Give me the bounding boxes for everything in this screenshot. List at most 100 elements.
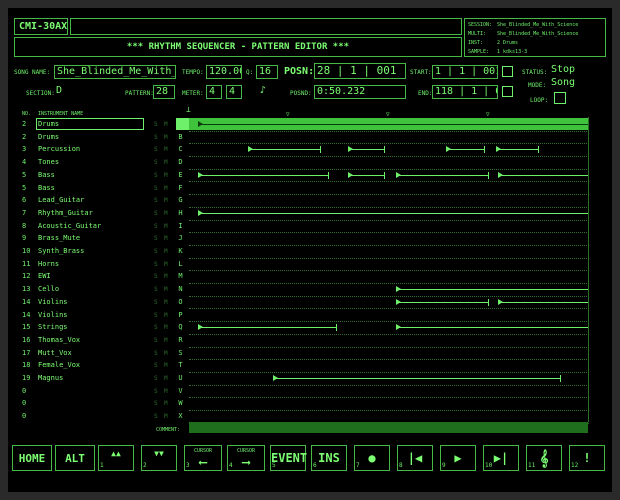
selected-track-name-box[interactable] — [36, 118, 144, 130]
mute-toggle[interactable]: M — [164, 235, 168, 242]
solo-toggle[interactable]: S — [154, 223, 158, 230]
pattern-event-bar[interactable] — [446, 149, 484, 151]
play-button[interactable]: 9 ▶ — [440, 445, 476, 471]
solo-toggle[interactable]: S — [154, 248, 158, 255]
solo-toggle[interactable]: S — [154, 375, 158, 382]
solo-toggle[interactable]: S — [154, 159, 158, 166]
solo-toggle[interactable]: S — [154, 388, 158, 395]
pattern-field[interactable]: 28 — [153, 85, 175, 99]
mute-toggle[interactable]: M — [164, 261, 168, 268]
mute-toggle[interactable]: M — [164, 299, 168, 306]
alt-button[interactable]: ALT — [55, 445, 95, 471]
home-button[interactable]: HOME — [12, 445, 52, 471]
rewind-button[interactable]: 8 |◀ — [397, 445, 433, 471]
track-row[interactable]: 0 SM X — [8, 410, 612, 424]
record-button[interactable]: 7 ● — [354, 445, 390, 471]
q-field[interactable]: 16 — [256, 65, 278, 79]
track-row[interactable]: 9 Brass_Mute S M J — [8, 232, 612, 246]
solo-toggle[interactable]: S — [154, 286, 158, 293]
cursor-left-button[interactable]: 3 CURSOR ⟵ — [184, 445, 222, 471]
mute-toggle[interactable]: M — [164, 375, 168, 382]
mute-toggle[interactable]: M — [164, 159, 168, 166]
alert-button[interactable]: 12! — [569, 445, 605, 471]
solo-toggle[interactable]: S — [154, 235, 158, 242]
mute-toggle[interactable]: M — [164, 400, 168, 407]
track-row[interactable]: 12 EWI S M M — [8, 270, 612, 285]
mute-toggle[interactable]: M — [164, 286, 168, 293]
pattern-event-bar[interactable] — [396, 301, 488, 303]
track-row[interactable]: 6 Lead_Guitar S M G — [8, 194, 612, 208]
start-checkbox[interactable] — [502, 66, 513, 77]
pattern-event-bar[interactable] — [198, 327, 336, 329]
track-row[interactable]: 5 Bass S M F — [8, 182, 612, 196]
solo-toggle[interactable]: S — [154, 312, 158, 319]
pattern-event-bar[interactable] — [498, 301, 588, 303]
track-row[interactable]: 0 SM V — [8, 385, 612, 399]
solo-toggle[interactable]: S — [154, 146, 158, 153]
mute-toggle[interactable]: M — [164, 413, 168, 420]
solo-toggle[interactable]: S — [154, 185, 158, 192]
track-row[interactable]: 8 Acoustic_Guitar S M I — [8, 220, 612, 234]
event-button[interactable]: 5 EVENT — [270, 445, 307, 471]
mute-toggle[interactable]: M — [164, 337, 168, 344]
solo-toggle[interactable]: S — [154, 134, 158, 141]
solo-toggle[interactable]: S — [154, 121, 158, 128]
end-field[interactable]: 118 | 1 | 001 — [432, 85, 498, 99]
start-field[interactable]: 1 | 1 | 001 — [432, 65, 498, 79]
end-checkbox[interactable] — [502, 86, 513, 97]
page-down-button[interactable]: 2 ▼▼ — [141, 445, 177, 471]
solo-toggle[interactable]: S — [154, 299, 158, 306]
solo-toggle[interactable]: S — [154, 350, 158, 357]
loop-checkbox[interactable] — [554, 92, 566, 104]
meter-denominator-field[interactable]: 4 — [226, 85, 242, 99]
solo-toggle[interactable]: S — [154, 261, 158, 268]
track-row[interactable]: 2 Drums S M B — [8, 131, 612, 145]
pattern-event-bar[interactable] — [273, 378, 560, 379]
tempo-field[interactable]: 120.00 — [206, 65, 242, 79]
solo-toggle[interactable]: S — [154, 400, 158, 407]
solo-toggle[interactable]: S — [154, 324, 158, 331]
mute-toggle[interactable]: M — [164, 146, 168, 153]
pattern-event-bar[interactable] — [396, 289, 588, 291]
solo-toggle[interactable]: S — [154, 273, 158, 280]
solo-toggle[interactable]: S — [154, 197, 158, 204]
track-row[interactable]: 17 Mutt_Vox S M S — [8, 347, 612, 361]
track-row[interactable]: 10 Synth_Brass S M K — [8, 245, 612, 259]
page-up-button[interactable]: 1 ▲▲ — [98, 445, 134, 471]
pattern-event-bar[interactable] — [496, 149, 538, 151]
mute-toggle[interactable]: M — [164, 172, 168, 179]
track-row[interactable]: 4 Tones S M D — [8, 156, 612, 170]
solo-toggle[interactable]: S — [154, 413, 158, 420]
solo-toggle[interactable]: S — [154, 362, 158, 369]
mute-toggle[interactable]: M — [164, 185, 168, 192]
mute-toggle[interactable]: M — [164, 324, 168, 331]
comment-field[interactable] — [189, 422, 588, 433]
mute-toggle[interactable]: M — [164, 197, 168, 204]
posn-field[interactable]: 28 | 1 | 001 — [314, 63, 406, 79]
meter-numerator-field[interactable]: 4 — [206, 85, 222, 99]
pattern-event-bar[interactable] — [396, 327, 588, 329]
cursor-right-button[interactable]: 4 CURSOR ⟶ — [227, 445, 265, 471]
mute-toggle[interactable]: M — [164, 210, 168, 217]
mute-toggle[interactable]: M — [164, 134, 168, 141]
fast-forward-button[interactable]: 10 ▶| — [483, 445, 519, 471]
mute-toggle[interactable]: M — [164, 362, 168, 369]
solo-toggle[interactable]: S — [154, 172, 158, 179]
insert-button[interactable]: 6 INS — [311, 445, 347, 471]
pattern-event-bar[interactable] — [348, 174, 384, 176]
pattern-event-bar[interactable] — [198, 124, 588, 125]
mute-toggle[interactable]: M — [164, 121, 168, 128]
track-row[interactable]: 0 SM W — [8, 397, 612, 412]
track-row[interactable]: 14 Violins S M P — [8, 309, 612, 323]
pattern-event-bar[interactable] — [248, 149, 320, 151]
pattern-event-bar[interactable] — [396, 174, 488, 176]
solo-toggle[interactable]: S — [154, 337, 158, 344]
solo-toggle[interactable]: S — [154, 210, 158, 217]
pattern-event-bar[interactable] — [198, 212, 588, 214]
mute-toggle[interactable]: M — [164, 388, 168, 395]
mute-toggle[interactable]: M — [164, 223, 168, 230]
mute-toggle[interactable]: M — [164, 312, 168, 319]
pattern-event-bar[interactable] — [198, 174, 328, 176]
song-name-field[interactable]: She_Blinded_Me_With_Sc — [54, 65, 176, 79]
track-row[interactable]: 16 Thomas_Vox S M R — [8, 334, 612, 348]
